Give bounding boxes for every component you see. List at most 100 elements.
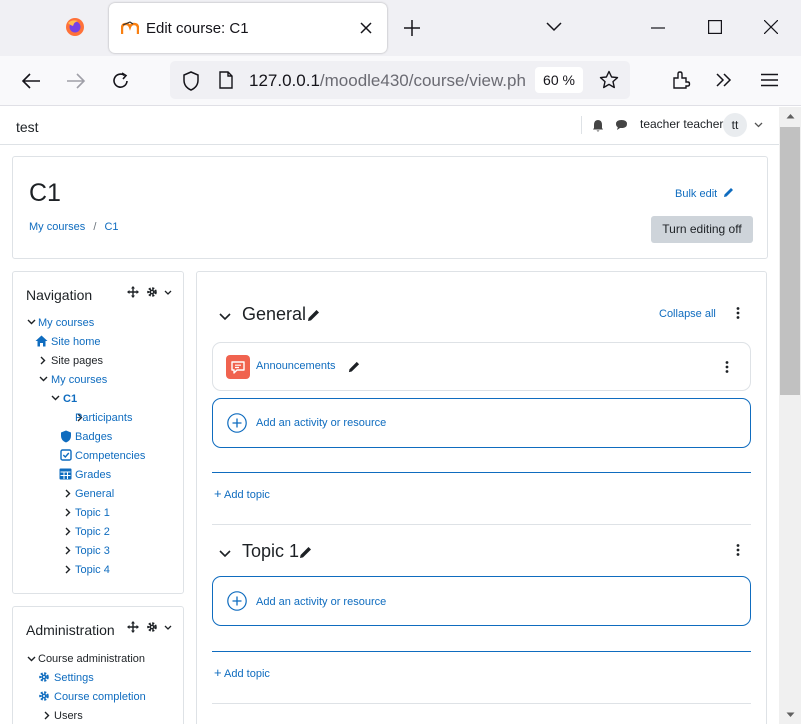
- expanded-chevron-icon: [27, 319, 36, 325]
- collapse-section-chevron-icon[interactable]: [219, 313, 231, 321]
- add-topic-label: Add topic: [224, 489, 270, 501]
- nav-site-pages[interactable]: Site pages: [51, 355, 103, 367]
- nav-c1[interactable]: C1: [63, 393, 77, 405]
- moodle-icon: [121, 21, 139, 35]
- minimize-icon[interactable]: [651, 27, 665, 29]
- maximize-icon[interactable]: [708, 20, 722, 34]
- chevron-down-icon[interactable]: [164, 290, 172, 295]
- nav-my-courses[interactable]: My courses: [38, 317, 94, 329]
- nav-general[interactable]: General: [75, 488, 114, 500]
- section-menu-icon[interactable]: [736, 307, 740, 319]
- collapsed-chevron-icon: [44, 711, 50, 720]
- pencil-icon[interactable]: [348, 361, 360, 373]
- pencil-icon: [723, 187, 734, 198]
- new-tab-icon[interactable]: [403, 19, 421, 37]
- nav-competencies[interactable]: Competencies: [75, 450, 145, 462]
- forum-icon: [226, 355, 250, 379]
- scroll-up-arrow-icon[interactable]: [786, 113, 795, 119]
- shield-icon: [60, 430, 72, 443]
- url-text[interactable]: 127.0.0.1/moodle430/course/view.ph: [249, 71, 529, 91]
- admin-course-administration[interactable]: Course administration: [38, 653, 145, 665]
- scroll-down-arrow-icon[interactable]: [786, 712, 795, 718]
- reload-icon[interactable]: [111, 71, 131, 91]
- shield-icon[interactable]: [182, 71, 200, 91]
- collapse-all-link[interactable]: Collapse all: [659, 308, 716, 320]
- nav-participants-label: Participants: [75, 412, 133, 424]
- collapsed-chevron-icon: [65, 565, 71, 574]
- breadcrumb-c1[interactable]: C1: [104, 221, 118, 233]
- activity-announcements[interactable]: Announcements: [212, 342, 751, 391]
- scrollbar-thumb[interactable]: [780, 127, 800, 395]
- activity-menu-icon[interactable]: [725, 361, 729, 373]
- section-separator: [212, 524, 751, 525]
- extensions-icon[interactable]: [671, 70, 691, 90]
- forward-icon[interactable]: [66, 72, 86, 90]
- gear-icon[interactable]: [146, 286, 158, 298]
- moodle-page: test teacher teacher tt C1 My courses / …: [0, 107, 779, 724]
- nav-topic-4[interactable]: Topic 4: [75, 564, 110, 576]
- firefox-icon[interactable]: [65, 17, 85, 37]
- section-menu-icon[interactable]: [736, 544, 740, 556]
- pencil-icon[interactable]: [299, 546, 312, 559]
- navbar-divider: [581, 116, 582, 134]
- collapse-section-chevron-icon[interactable]: [219, 550, 231, 558]
- add-topic-button[interactable]: + Add topic: [214, 486, 270, 501]
- add-activity-label: Add an activity or resource: [256, 417, 387, 429]
- pencil-icon[interactable]: [307, 309, 320, 322]
- plus-circle-icon: [227, 413, 247, 433]
- turn-editing-off-button[interactable]: Turn editing off: [651, 216, 753, 243]
- close-tab-icon[interactable]: [359, 21, 373, 35]
- nav-site-home[interactable]: Site home: [51, 336, 101, 348]
- hamburger-menu-icon[interactable]: [761, 73, 778, 87]
- collapsed-chevron-icon: [65, 527, 71, 536]
- close-window-icon[interactable]: [764, 20, 778, 34]
- nav-topic-1[interactable]: Topic 1: [75, 507, 110, 519]
- browser-tab-bar: Edit course: C1: [0, 0, 801, 56]
- nav-grades[interactable]: Grades: [75, 469, 111, 481]
- avatar[interactable]: tt: [723, 113, 747, 137]
- section-title-topic-1[interactable]: Topic 1: [242, 541, 299, 562]
- admin-course-completion[interactable]: Course completion: [54, 691, 146, 703]
- notification-bell-icon[interactable]: [592, 119, 604, 132]
- home-icon: [35, 335, 48, 347]
- gear-icon: [38, 671, 50, 683]
- url-bar[interactable]: 127.0.0.1/moodle430/course/view.ph 60 %: [170, 61, 630, 99]
- add-activity-button[interactable]: Add an activity or resource: [212, 576, 751, 626]
- plus-icon: +: [214, 486, 222, 501]
- bulk-edit-button[interactable]: Bulk edit: [675, 187, 734, 200]
- navigation-block-title: Navigation: [26, 287, 93, 303]
- collapsed-chevron-icon: [65, 489, 71, 498]
- user-name[interactable]: teacher teacher: [640, 117, 723, 131]
- back-icon[interactable]: [21, 72, 41, 90]
- gear-icon[interactable]: [146, 621, 158, 633]
- admin-users[interactable]: Users: [54, 710, 83, 722]
- add-activity-button[interactable]: Add an activity or resource: [212, 398, 751, 448]
- nav-badges[interactable]: Badges: [75, 431, 112, 443]
- chevron-down-icon[interactable]: [164, 625, 172, 630]
- activity-name[interactable]: Announcements: [256, 360, 336, 372]
- add-topic-button[interactable]: + Add topic: [214, 665, 270, 680]
- chevron-down-icon[interactable]: [545, 21, 563, 33]
- move-icon[interactable]: [127, 286, 139, 298]
- tab-edit-course[interactable]: Edit course: C1: [109, 3, 387, 53]
- navigation-block: Navigation My courses Site home Site pag…: [12, 271, 184, 594]
- site-name[interactable]: test: [16, 119, 39, 135]
- breadcrumb-my-courses[interactable]: My courses: [29, 221, 85, 233]
- bookmark-star-icon[interactable]: [599, 70, 619, 90]
- nav-topic-3[interactable]: Topic 3: [75, 545, 110, 557]
- more-tools-icon[interactable]: [715, 72, 733, 88]
- nav-participants[interactable]: Participants: [75, 412, 132, 424]
- page-icon[interactable]: [218, 71, 234, 89]
- expanded-chevron-icon: [51, 395, 60, 401]
- user-menu-chevron-icon[interactable]: [754, 122, 763, 128]
- move-icon[interactable]: [127, 621, 139, 633]
- nav-topic-2[interactable]: Topic 2: [75, 526, 110, 538]
- messages-icon[interactable]: [615, 119, 628, 131]
- collapsed-chevron-icon: [65, 508, 71, 517]
- zoom-indicator[interactable]: 60 %: [535, 67, 583, 93]
- admin-settings[interactable]: Settings: [54, 672, 94, 684]
- section-title-general[interactable]: General: [242, 304, 306, 325]
- moodle-top-navbar: test teacher teacher tt: [0, 107, 779, 145]
- nav-my-courses-sub[interactable]: My courses: [51, 374, 107, 386]
- add-activity-label: Add an activity or resource: [256, 596, 387, 608]
